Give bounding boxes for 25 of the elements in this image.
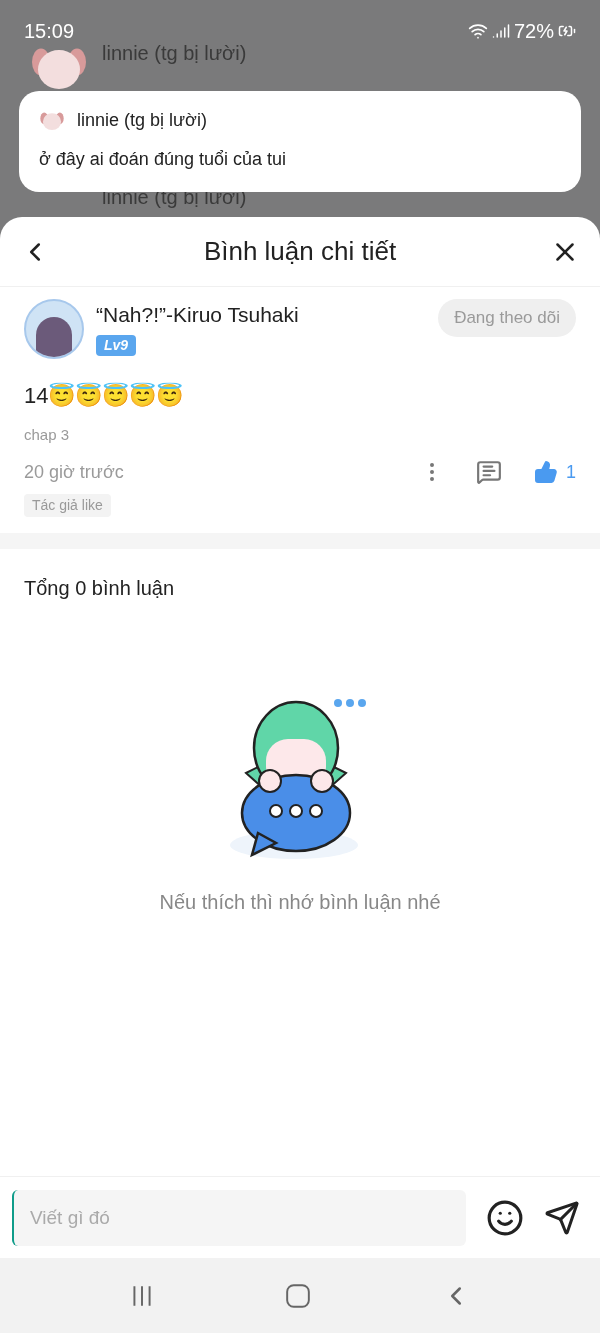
home-icon[interactable] (285, 1282, 311, 1309)
battery-level: 72% (513, 19, 554, 44)
comment-text: 14😇😇😇😇😇 (24, 381, 185, 410)
chapter-label: chap 3 (24, 425, 71, 445)
notification-sender: linnie (tg bị lười) (77, 109, 207, 132)
comment-total: Tổng 0 bình luận (23, 575, 176, 601)
author-like-tag: Tác giả like (24, 493, 111, 517)
like-icon[interactable] (534, 460, 558, 484)
sheet-title: Bình luận chi tiết (203, 235, 397, 268)
emoji-icon[interactable] (486, 1198, 524, 1237)
author-name[interactable]: “Nah?!”-Kiruo Tsuhaki (96, 299, 439, 331)
sender-name: linnie (tg bị lười) (102, 41, 247, 66)
signal-icon (491, 22, 510, 40)
empty-message: Nếu thích thì nhớ bình luận nhé (158, 889, 442, 915)
send-icon[interactable] (544, 1199, 580, 1236)
comment-time: 20 giờ trước (24, 460, 125, 484)
wifi-icon (467, 21, 488, 41)
avatar[interactable] (24, 299, 84, 359)
notification-card[interactable]: linnie (tg bị lười) ở đây ai đoán đúng tuổi của tui (19, 91, 581, 192)
like-count: 1 (566, 460, 576, 484)
status-time: 15:09 (24, 19, 75, 44)
level-badge: Lv9 (96, 334, 137, 356)
notification-message: ở đây ai đoán đúng tuổi của tui (39, 148, 287, 171)
reply-icon[interactable] (476, 459, 502, 485)
comment-input[interactable]: Viết gì đó (12, 1189, 466, 1246)
